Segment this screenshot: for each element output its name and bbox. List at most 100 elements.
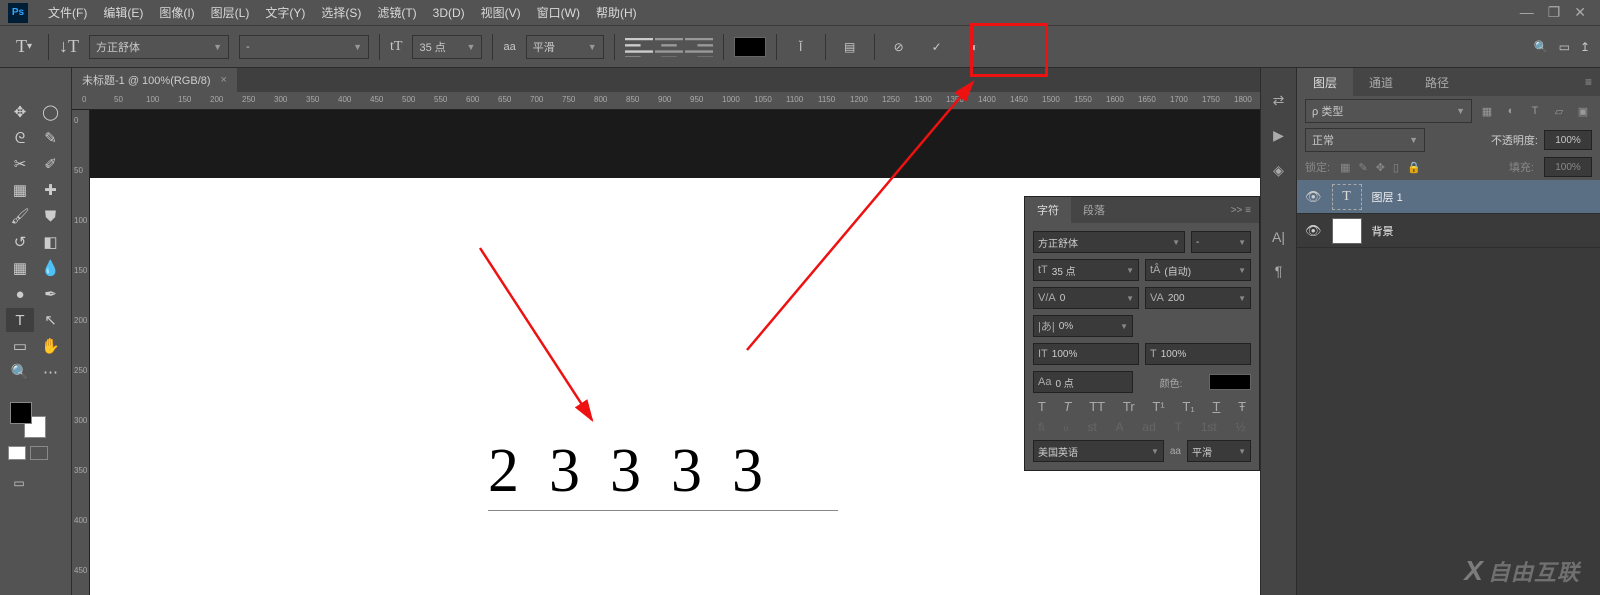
ot-ordinals-icon[interactable]: 1st	[1201, 420, 1217, 434]
lock-position-icon[interactable]: ✥	[1376, 161, 1385, 174]
type-layer-text[interactable]: 23333	[488, 436, 793, 507]
superscript-icon[interactable]: T¹	[1152, 399, 1164, 414]
minimize-icon[interactable]: —	[1520, 4, 1534, 21]
visibility-toggle-icon[interactable]: 👁	[1305, 223, 1322, 239]
tab-character[interactable]: 字符	[1025, 197, 1071, 223]
gradient-tool-icon[interactable]: ▦	[6, 256, 34, 280]
char-language[interactable]: 美国英语▼	[1033, 440, 1164, 462]
tab-channels[interactable]: 通道	[1353, 68, 1409, 96]
panel-menu-icon[interactable]: ≡	[1577, 75, 1600, 89]
menu-edit[interactable]: 编辑(E)	[95, 4, 151, 21]
pen-tool-icon[interactable]: ✒	[37, 282, 65, 306]
char-antialias[interactable]: 平滑▼	[1187, 440, 1251, 462]
filter-adjust-icon[interactable]: ◐	[1502, 102, 1520, 120]
marquee-ellipse-tool-icon[interactable]: ◯	[37, 100, 65, 124]
ot-discretionary-icon[interactable]: st	[1088, 420, 1097, 434]
tab-paragraph[interactable]: 段落	[1071, 197, 1117, 223]
panel-collapse-icon[interactable]: >> ≡	[1223, 205, 1259, 216]
align-left-icon[interactable]	[625, 33, 653, 61]
type-tool-icon[interactable]: T	[6, 308, 34, 332]
foreground-color[interactable]	[10, 402, 32, 424]
subscript-icon[interactable]: T₁	[1182, 399, 1194, 414]
allcaps-icon[interactable]: TT	[1089, 399, 1105, 414]
blend-mode-select[interactable]: 正常▼	[1305, 128, 1425, 152]
text-color-swatch[interactable]	[734, 37, 766, 57]
history-icon[interactable]: ⇄	[1273, 92, 1285, 109]
zoom-tool-icon[interactable]: 🔍	[6, 360, 34, 384]
quick-mask-toggle[interactable]	[8, 446, 71, 460]
menu-view[interactable]: 视图(V)	[473, 4, 529, 21]
screen-mode-icon[interactable]: ▭	[10, 474, 28, 492]
rectangle-tool-icon[interactable]: ▭	[6, 334, 34, 358]
visibility-toggle-icon[interactable]: 👁	[1305, 189, 1322, 205]
filter-shape-icon[interactable]: ▱	[1550, 102, 1568, 120]
layer-item-text[interactable]: 👁 T 图层 1	[1297, 180, 1600, 214]
char-tracking[interactable]: V/A0▼	[1033, 287, 1139, 309]
quick-view-icon[interactable]: ▭	[1559, 40, 1570, 54]
menu-file[interactable]: 文件(F)	[40, 4, 95, 21]
document-tab[interactable]: 未标题-1 @ 100%(RGB/8) ×	[72, 68, 237, 92]
edit-toolbar-icon[interactable]: ⋯	[37, 360, 65, 384]
dodge-tool-icon[interactable]: ●	[6, 282, 34, 306]
align-center-icon[interactable]	[655, 33, 683, 61]
ot-titling-icon[interactable]: T	[1175, 420, 1182, 434]
foreground-background-colors[interactable]	[10, 402, 46, 438]
cancel-icon[interactable]: ⊘	[885, 33, 913, 61]
strikethrough-icon[interactable]: Ŧ	[1238, 399, 1246, 414]
underline-icon[interactable]: T	[1212, 399, 1220, 414]
close-window-icon[interactable]: ✕	[1574, 4, 1586, 21]
lock-all-icon[interactable]: 🔒	[1407, 161, 1421, 174]
blur-tool-icon[interactable]: 💧	[37, 256, 65, 280]
eyedropper-tool-icon[interactable]: ✐	[37, 152, 65, 176]
close-tab-icon[interactable]: ×	[221, 74, 227, 86]
char-baseline-shift[interactable]: Aa0 点	[1033, 371, 1133, 393]
lock-transparent-icon[interactable]: ▦	[1340, 161, 1350, 174]
antialias-select[interactable]: 平滑▼	[526, 35, 604, 59]
type-tool-current-icon[interactable]: T▾	[10, 33, 38, 61]
char-font-style[interactable]: -▼	[1191, 231, 1251, 253]
char-color-swatch[interactable]	[1209, 374, 1251, 390]
history-brush-tool-icon[interactable]: ↺	[6, 230, 34, 254]
layer-item-background[interactable]: 👁 背景	[1297, 214, 1600, 248]
clone-tool-icon[interactable]: ⛊	[37, 204, 65, 228]
char-font-family[interactable]: 方正舒体▼	[1033, 231, 1185, 253]
opacity-value[interactable]: 100%	[1544, 130, 1592, 150]
3d-panel-icon[interactable]: ◈	[1273, 162, 1284, 179]
align-right-icon[interactable]	[685, 33, 713, 61]
ot-ligatures-icon[interactable]: fi	[1038, 420, 1044, 434]
healing-tool-icon[interactable]: ✚	[37, 178, 65, 202]
font-size-select[interactable]: 35 点▼	[412, 35, 482, 59]
ot-swash-icon[interactable]: A	[1116, 420, 1124, 434]
character-panel[interactable]: 字符 段落 >> ≡ 方正舒体▼ -▼ tT35 点▼ tÂ(自动)▼ V/A0…	[1024, 196, 1260, 471]
faux-italic-icon[interactable]: T	[1064, 399, 1072, 414]
filter-type-icon[interactable]: T	[1526, 102, 1544, 120]
fill-value[interactable]: 100%	[1544, 157, 1592, 177]
share-icon[interactable]: ↥	[1580, 40, 1590, 54]
font-style-select[interactable]: -▼	[239, 35, 369, 59]
menu-type[interactable]: 文字(Y)	[257, 4, 313, 21]
smallcaps-icon[interactable]: Tr	[1123, 399, 1135, 414]
quick-select-tool-icon[interactable]: ✎	[37, 126, 65, 150]
ot-fractions-icon[interactable]: ½	[1235, 420, 1245, 434]
search-icon[interactable]: 🔍	[1534, 40, 1549, 54]
char-vscale2[interactable]: T100%	[1145, 343, 1251, 365]
toggle-orientation-icon[interactable]: ↓T	[59, 36, 79, 57]
char-kerning[interactable]: VA200▼	[1145, 287, 1251, 309]
warp-text-icon[interactable]: Ĭ	[787, 33, 815, 61]
tab-paths[interactable]: 路径	[1409, 68, 1465, 96]
menu-help[interactable]: 帮助(H)	[588, 4, 645, 21]
char-hscale[interactable]: IT100%	[1033, 343, 1139, 365]
character-panel-icon[interactable]: ▤	[836, 33, 864, 61]
menu-select[interactable]: 选择(S)	[313, 4, 369, 21]
layer-filter-type[interactable]: ρ 类型▼	[1305, 99, 1472, 123]
ot-stylistic-icon[interactable]: ad	[1142, 420, 1155, 434]
brush-tool-icon[interactable]: 🖌	[6, 204, 34, 228]
hand-tool-icon[interactable]: ✋	[37, 334, 65, 358]
commit-icon[interactable]: ✓	[923, 33, 951, 61]
path-select-tool-icon[interactable]: ↖	[37, 308, 65, 332]
play-icon[interactable]: ▶	[1273, 127, 1284, 144]
menu-layer[interactable]: 图层(L)	[203, 4, 258, 21]
frame-tool-icon[interactable]: ▦	[6, 178, 34, 202]
tab-layers[interactable]: 图层	[1297, 68, 1353, 96]
menu-window[interactable]: 窗口(W)	[529, 4, 588, 21]
